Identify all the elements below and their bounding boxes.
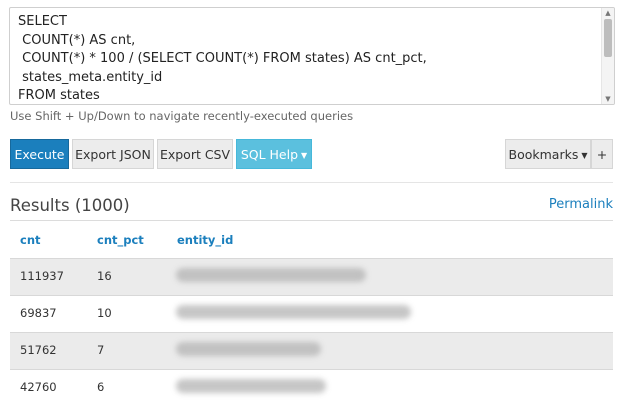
add-bookmark-button[interactable]: + (591, 139, 613, 169)
bookmarks-dropdown-button[interactable]: Bookmarks ▼ (505, 139, 591, 169)
editor-scrollbar[interactable]: ▲ ▼ (601, 8, 614, 104)
export-json-button[interactable]: Export JSON (72, 139, 154, 169)
plus-icon: + (596, 147, 608, 162)
cell-cnt: 111937 (20, 269, 64, 283)
scroll-down-arrow-icon[interactable]: ▼ (602, 94, 614, 104)
caret-down-icon: ▼ (301, 151, 308, 160)
cell-entity-id-redacted (176, 268, 366, 282)
cell-cnt-pct: 6 (97, 380, 105, 394)
cell-cnt: 51762 (20, 343, 57, 357)
table-row: 42760 6 (10, 369, 613, 406)
editor-line: SELECT (18, 14, 67, 29)
cell-cnt-pct: 10 (97, 306, 112, 320)
divider (10, 182, 613, 183)
sql-help-dropdown-button[interactable]: SQL Help ▼ (236, 139, 312, 169)
column-header-cnt-pct[interactable]: cnt_pct (97, 233, 144, 247)
table-row: 51762 7 (10, 332, 613, 369)
table-row: 69837 10 (10, 295, 613, 332)
caret-down-icon: ▼ (581, 151, 588, 160)
cell-entity-id-redacted (176, 379, 326, 393)
bookmarks-label: Bookmarks (508, 147, 579, 162)
editor-line: COUNT(*) * 100 / (SELECT COUNT(*) FROM s… (18, 51, 427, 67)
divider (10, 220, 613, 221)
cell-cnt-pct: 16 (97, 269, 112, 283)
cell-cnt: 42760 (20, 380, 57, 394)
export-json-label: Export JSON (75, 147, 151, 162)
scroll-up-arrow-icon[interactable]: ▲ (602, 8, 614, 18)
column-header-entity-id[interactable]: entity_id (177, 233, 233, 247)
permalink-link[interactable]: Permalink (549, 197, 613, 212)
editor-line: COUNT(*) AS cnt, (18, 32, 136, 48)
execute-button[interactable]: Execute (10, 139, 69, 169)
cell-entity-id-redacted (176, 342, 321, 356)
table-row: 111937 16 (10, 258, 613, 295)
query-history-hint: Use Shift + Up/Down to navigate recently… (10, 109, 354, 123)
export-csv-label: Export CSV (159, 147, 231, 162)
cell-cnt: 69837 (20, 306, 57, 320)
column-header-cnt[interactable]: cnt (20, 233, 41, 247)
editor-line: states_meta.entity_id (18, 69, 163, 85)
execute-button-label: Execute (14, 147, 65, 162)
results-title: Results (1000) (10, 196, 130, 215)
sql-help-label: SQL Help (240, 147, 299, 162)
sql-editor[interactable]: SELECT COUNT(*) AS cnt, COUNT(*) * 100 /… (9, 7, 615, 105)
scrollbar-thumb[interactable] (604, 19, 612, 57)
export-csv-button[interactable]: Export CSV (157, 139, 233, 169)
sql-editor-text[interactable]: SELECT COUNT(*) AS cnt, COUNT(*) * 100 /… (18, 13, 596, 104)
cell-entity-id-redacted (176, 305, 411, 319)
editor-line: FROM states (18, 88, 100, 104)
cell-cnt-pct: 7 (97, 343, 105, 357)
